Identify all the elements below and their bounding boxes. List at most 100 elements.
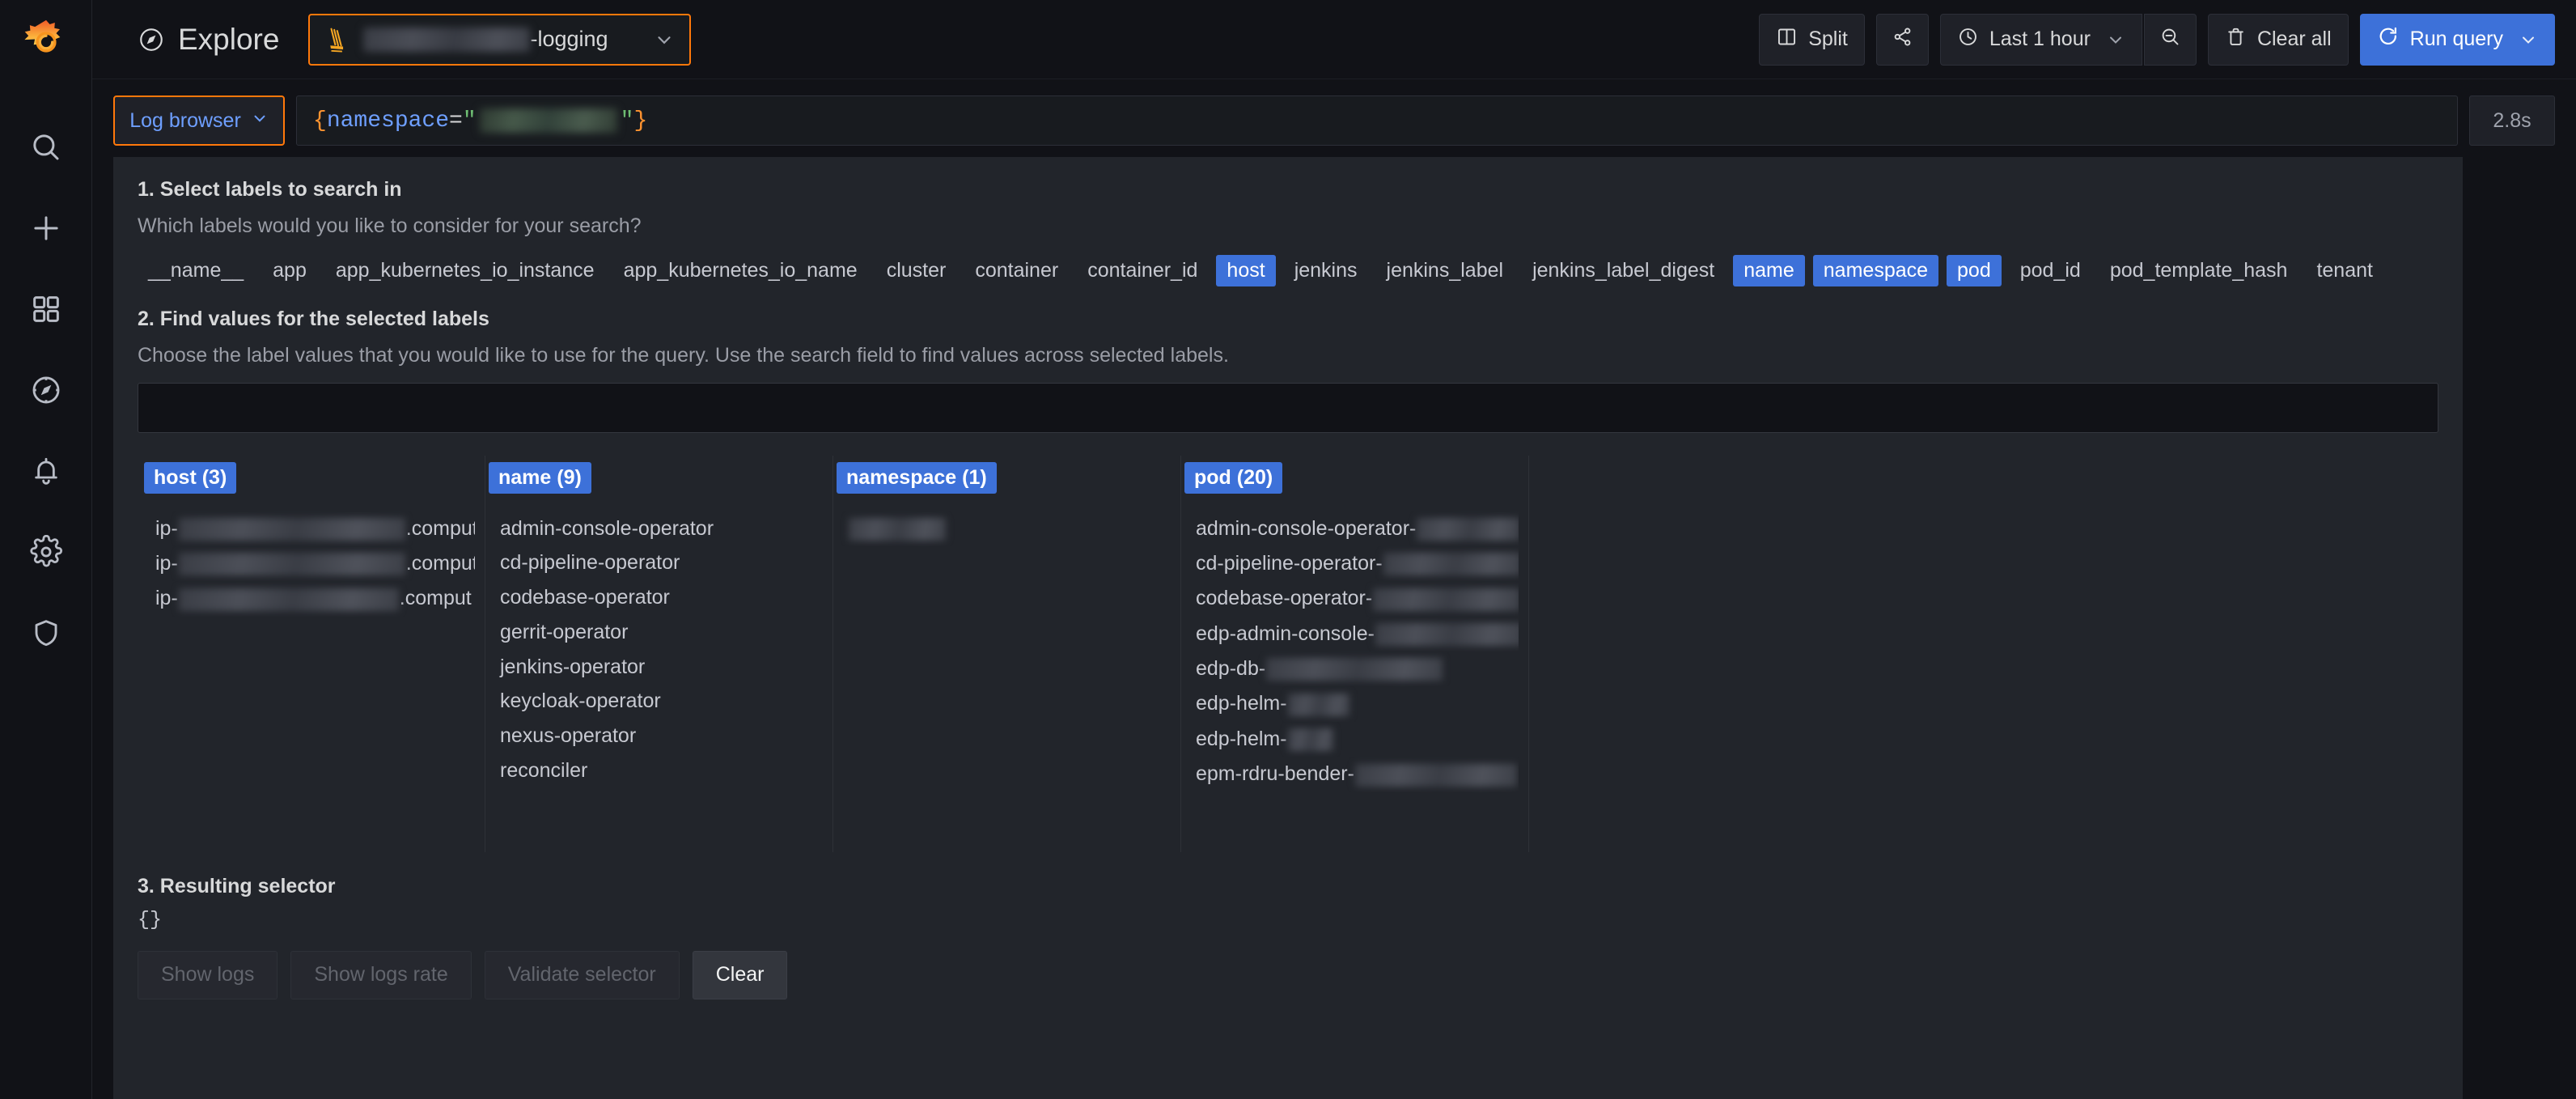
- value-item[interactable]: edp-db-: [1181, 651, 1519, 686]
- step3-title: 3. Resulting selector: [138, 875, 2438, 898]
- label-browser-panel: 1. Select labels to search in Which labe…: [113, 157, 2463, 1099]
- value-item-prefix: edp-admin-console-: [1196, 622, 1375, 645]
- label-chip-app_kubernetes_io_name[interactable]: app_kubernetes_io_name: [613, 255, 868, 286]
- redacted-value: [179, 518, 405, 541]
- toolbar: Split: [1759, 14, 2555, 66]
- value-item[interactable]: jenkins-operator: [485, 650, 823, 685]
- value-column-header-host: host (3): [144, 462, 236, 494]
- query-label-name: namespace: [327, 108, 449, 134]
- value-item-prefix: jenkins-operator: [500, 656, 645, 678]
- shield-icon[interactable]: [17, 604, 75, 662]
- chevron-down-icon: [251, 109, 269, 133]
- redacted-value: [179, 588, 399, 611]
- chevron-down-icon: [620, 29, 675, 50]
- run-query-button[interactable]: Run query: [2360, 14, 2555, 66]
- value-item[interactable]: admin-console-operator: [485, 511, 823, 546]
- value-item-suffix: .comput: [406, 552, 475, 575]
- value-item-suffix: .comput: [400, 587, 472, 609]
- sidebar: [0, 0, 92, 1099]
- label-chip-namespace[interactable]: namespace: [1813, 255, 1938, 286]
- value-column-name: name (9) admin-console-operator cd-pipelin…: [485, 456, 833, 852]
- value-item-prefix: edp-helm-: [1196, 692, 1287, 715]
- value-item[interactable]: codebase-operator-: [1181, 581, 1519, 616]
- value-item[interactable]: edp-helm-: [1181, 686, 1519, 721]
- show-logs-rate-button: Show logs rate: [290, 951, 471, 999]
- plus-icon[interactable]: [17, 199, 75, 257]
- bell-icon[interactable]: [17, 442, 75, 500]
- value-column-namespace: namespace (1): [833, 456, 1181, 852]
- value-item[interactable]: ip-.comput: [141, 546, 475, 581]
- zoom-out-button[interactable]: [2144, 14, 2197, 66]
- label-chip-jenkins_label_digest[interactable]: jenkins_label_digest: [1522, 255, 1725, 286]
- label-chip-tenant[interactable]: tenant: [2306, 255, 2383, 286]
- time-range-picker[interactable]: Last 1 hour: [1940, 14, 2142, 66]
- value-item-suffix: .comput: [406, 517, 475, 540]
- label-chip-__name__[interactable]: __name__: [138, 255, 254, 286]
- label-chip-pod[interactable]: pod: [1947, 255, 2002, 286]
- clear-button[interactable]: Clear: [693, 951, 788, 999]
- value-column-header-name: name (9): [489, 462, 591, 494]
- datasource-picker[interactable]: -logging: [308, 14, 690, 66]
- value-columns: host (3)ip-.computip-.computip-.computna…: [138, 456, 2438, 852]
- label-chip-app[interactable]: app: [262, 255, 317, 286]
- split-button[interactable]: Split: [1759, 14, 1865, 66]
- query-input[interactable]: {namespace=""}: [296, 95, 2458, 146]
- split-button-label: Split: [1808, 28, 1848, 51]
- label-chip-name[interactable]: name: [1733, 255, 1805, 286]
- value-item[interactable]: keycloak-operator: [485, 684, 823, 719]
- search-icon[interactable]: [17, 118, 75, 176]
- value-item[interactable]: edp-helm-: [1181, 722, 1519, 757]
- time-range-label: Last 1 hour: [1989, 28, 2091, 51]
- value-item[interactable]: ip- .comput: [141, 511, 475, 546]
- label-chip-container_id[interactable]: container_id: [1077, 255, 1208, 286]
- zoom-out-icon: [2159, 26, 2181, 53]
- gear-icon[interactable]: [17, 523, 75, 581]
- redacted-value: [1383, 553, 1519, 575]
- value-item[interactable]: [833, 511, 1171, 546]
- value-item-prefix: cd-pipeline-operator: [500, 551, 680, 574]
- show-logs-button: Show logs: [138, 951, 278, 999]
- value-item[interactable]: gerrit-operator: [485, 615, 823, 650]
- value-item[interactable]: edp-admin-console-: [1181, 617, 1519, 651]
- label-chip-pod_template_hash[interactable]: pod_template_hash: [2099, 255, 2298, 286]
- value-item-prefix: codebase-operator: [500, 586, 670, 609]
- query-open-quote: ": [463, 108, 477, 134]
- label-chip-jenkins_label[interactable]: jenkins_label: [1376, 255, 1515, 286]
- value-item[interactable]: reconciler: [485, 753, 823, 788]
- resulting-selector: {}: [138, 908, 2438, 931]
- clear-all-button[interactable]: Clear all: [2208, 14, 2349, 66]
- value-item[interactable]: codebase-operator: [485, 580, 823, 615]
- redacted-value: [1373, 588, 1519, 611]
- value-item[interactable]: nexus-operator: [485, 719, 823, 753]
- value-item-prefix: admin-console-operator-: [1196, 517, 1416, 540]
- label-chip-host[interactable]: host: [1216, 255, 1275, 286]
- refresh-icon: [2377, 25, 2400, 53]
- label-chip-pod_id[interactable]: pod_id: [2010, 255, 2091, 286]
- value-item[interactable]: ip-.comput: [141, 581, 475, 616]
- page-title-text: Explore: [178, 23, 279, 57]
- label-chip-cluster[interactable]: cluster: [876, 255, 957, 286]
- value-search-input[interactable]: [138, 383, 2438, 433]
- grafana-logo[interactable]: [18, 15, 74, 71]
- value-item[interactable]: cd-pipeline-operator: [485, 545, 823, 580]
- value-item[interactable]: epm-rdru-bender-: [1181, 757, 1519, 791]
- query-equals: =: [449, 108, 463, 134]
- step2-description: Choose the label values that you would l…: [138, 342, 2438, 370]
- share-button[interactable]: [1876, 14, 1929, 66]
- value-item-prefix: ip-: [155, 517, 178, 540]
- label-chip-jenkins[interactable]: jenkins: [1284, 255, 1368, 286]
- redacted-value: [179, 553, 405, 575]
- log-browser-button[interactable]: Log browser: [113, 95, 285, 146]
- chevron-down-icon: [2519, 30, 2538, 49]
- dashboards-icon[interactable]: [17, 280, 75, 338]
- label-chip-app_kubernetes_io_instance[interactable]: app_kubernetes_io_instance: [325, 255, 605, 286]
- value-item-prefix: admin-console-operator: [500, 517, 714, 540]
- value-item[interactable]: admin-console-operator-: [1181, 511, 1519, 546]
- value-item-prefix: cd-pipeline-operator-: [1196, 552, 1383, 575]
- value-item-prefix: keycloak-operator: [500, 690, 661, 712]
- compass-icon[interactable]: [17, 361, 75, 419]
- query-close-quote: ": [621, 108, 634, 134]
- value-item[interactable]: cd-pipeline-operator-: [1181, 546, 1519, 581]
- label-chip-container[interactable]: container: [964, 255, 1069, 286]
- clock-icon: [1957, 26, 1979, 53]
